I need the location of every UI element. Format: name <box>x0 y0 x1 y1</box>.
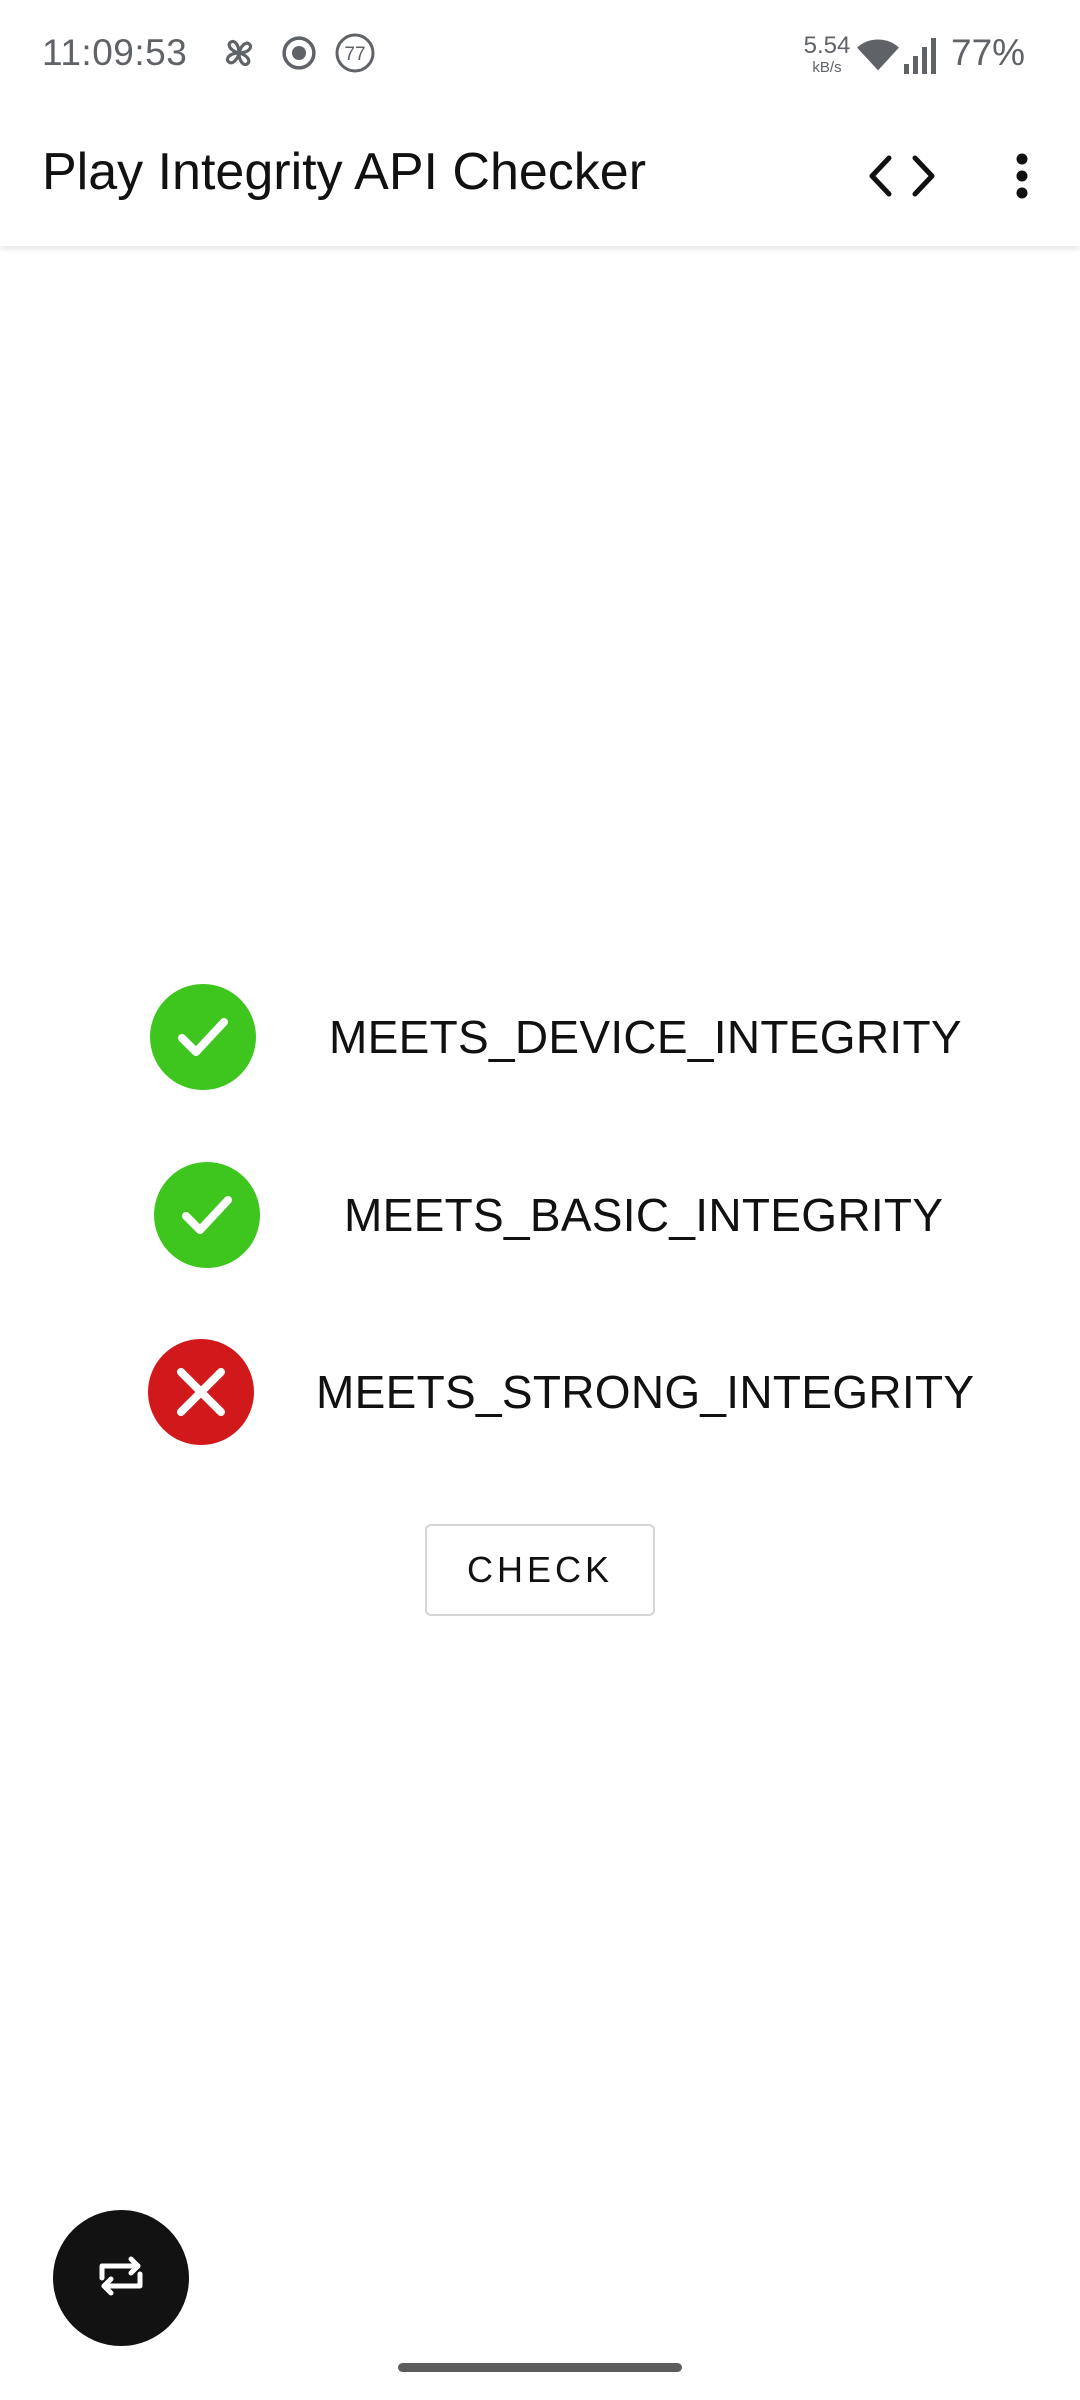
code-icon <box>865 152 939 205</box>
check-circle-icon <box>150 984 256 1090</box>
cancel-circle-icon <box>148 1339 254 1445</box>
badge-77-icon: 77 <box>334 32 376 74</box>
result-label: MEETS_BASIC_INTEGRITY <box>344 1189 944 1241</box>
overflow-menu-button[interactable] <box>992 142 1052 214</box>
screen: 11:09:53 77 5.54 kB/s 77% Play Integrity… <box>0 0 1080 2400</box>
result-label: MEETS_DEVICE_INTEGRITY <box>329 1011 962 1063</box>
check-circle-icon <box>154 1162 260 1268</box>
record-icon <box>278 32 320 74</box>
gesture-navigation-bar[interactable] <box>398 2363 682 2372</box>
cell-signal-icon <box>904 36 940 74</box>
badge-count: 77 <box>344 44 365 65</box>
check-button[interactable]: CHECK <box>425 1524 655 1616</box>
app-bar: Play Integrity API Checker <box>0 110 1080 246</box>
wifi-icon <box>856 34 900 74</box>
result-label: MEETS_STRONG_INTEGRITY <box>316 1366 975 1418</box>
pinwheel-icon <box>218 32 260 74</box>
battery-level: 77% <box>951 32 1026 73</box>
status-time: 11:09:53 <box>42 32 188 73</box>
repeat-icon <box>96 2256 146 2301</box>
repeat-fab[interactable] <box>53 2210 189 2346</box>
result-row-device-integrity: MEETS_DEVICE_INTEGRITY <box>0 984 1080 1092</box>
result-row-strong-integrity: MEETS_STRONG_INTEGRITY <box>0 1339 1080 1447</box>
result-row-basic-integrity: MEETS_BASIC_INTEGRITY <box>0 1162 1080 1270</box>
network-speed: 5.54 kB/s <box>800 32 854 76</box>
network-speed-unit: kB/s <box>812 59 842 76</box>
code-button[interactable] <box>852 142 952 214</box>
app-title: Play Integrity API Checker <box>42 143 647 201</box>
network-speed-value: 5.54 <box>803 32 851 59</box>
more-vert-icon <box>1015 152 1029 205</box>
status-bar: 11:09:53 77 5.54 kB/s 77% <box>0 0 1080 110</box>
